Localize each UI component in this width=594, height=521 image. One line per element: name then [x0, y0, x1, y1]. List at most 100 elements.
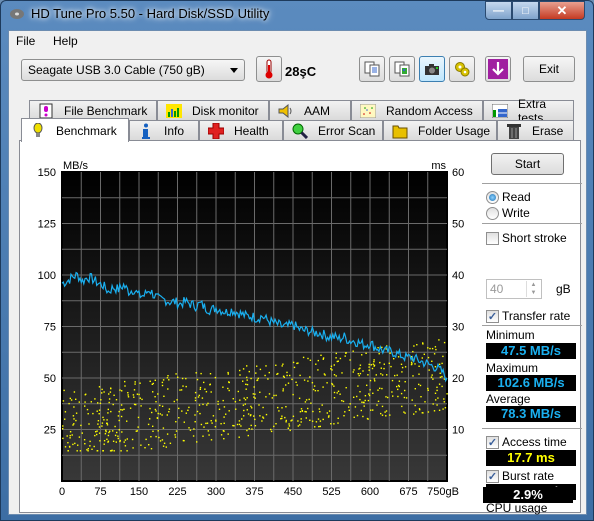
tab-folder-usage[interactable]: Folder Usage — [383, 120, 497, 140]
short-stroke-label: Short stroke — [502, 231, 567, 245]
access-time-point — [188, 427, 190, 429]
access-time-point — [379, 387, 381, 389]
access-time-point — [367, 418, 369, 420]
tab-disk-monitor[interactable]: Disk monitor — [157, 100, 269, 120]
access-time-point — [436, 404, 438, 406]
tab-erase[interactable]: Erase — [497, 120, 574, 140]
start-button[interactable]: Start — [491, 153, 564, 175]
short-stroke-checkbox[interactable]: Short stroke — [486, 231, 567, 245]
copy-info-button[interactable] — [389, 56, 415, 82]
access-time-point — [117, 437, 119, 440]
access-time-point — [223, 406, 226, 408]
access-time-point — [307, 407, 309, 410]
access-time-point — [262, 417, 265, 419]
access-time-point — [318, 408, 320, 410]
access-time-point — [268, 371, 270, 374]
access-time-point — [345, 352, 347, 354]
access-time-point — [228, 389, 230, 392]
tab-benchmark[interactable]: Benchmark — [21, 118, 129, 142]
gears-icon — [455, 62, 470, 77]
access-time-point — [117, 415, 120, 417]
maximize-button[interactable]: □ — [512, 1, 539, 20]
access-time-point — [161, 414, 163, 416]
copy-text-button[interactable] — [359, 56, 385, 82]
access-time-point — [362, 415, 364, 418]
access-time-point — [175, 430, 178, 432]
tab-aam[interactable]: AAM — [269, 100, 351, 120]
access-time-point — [362, 370, 364, 372]
access-time-point — [431, 347, 434, 350]
access-time-point — [75, 419, 77, 422]
temperature-button[interactable] — [256, 56, 282, 82]
access-time-point — [161, 384, 164, 387]
access-time-point — [87, 448, 89, 450]
save-button[interactable] — [485, 56, 511, 82]
access-time-point — [277, 406, 279, 409]
menu-file[interactable]: File — [16, 34, 35, 48]
burst-rate-checkbox[interactable]: ✓ Burst rate — [486, 469, 554, 483]
access-time-point — [429, 347, 431, 350]
access-time-point — [250, 377, 252, 380]
minimize-button[interactable]: — — [485, 1, 512, 20]
exit-button[interactable]: Exit — [523, 56, 575, 82]
access-time-point — [321, 404, 323, 406]
minimum-value: 47.5 MB/s — [486, 343, 576, 359]
x-tick-label: 0 — [59, 486, 65, 498]
tab-info[interactable]: Info — [129, 120, 199, 140]
access-time-point — [121, 390, 123, 392]
access-time-point — [185, 377, 187, 380]
access-time-point — [349, 359, 351, 361]
access-time-point — [418, 383, 420, 386]
access-time-point — [112, 430, 114, 432]
access-time-point — [403, 411, 405, 413]
access-time-point — [117, 435, 119, 437]
access-time-point — [390, 365, 392, 368]
short-stroke-input[interactable]: 40 ▲ ▼ — [486, 279, 542, 299]
access-time-point — [104, 433, 107, 435]
access-time-point — [373, 378, 376, 380]
access-time-point — [246, 365, 248, 367]
access-time-point — [175, 373, 177, 375]
access-time-point — [361, 401, 363, 403]
access-time-point — [99, 402, 102, 404]
access-time-point — [319, 420, 322, 422]
access-time-point — [227, 433, 229, 435]
write-radio[interactable]: Write — [486, 206, 530, 220]
access-time-point — [98, 432, 101, 434]
access-time-point — [87, 450, 89, 452]
access-time-point — [333, 423, 335, 425]
access-time-point — [276, 373, 278, 375]
access-time-point — [438, 363, 441, 365]
drive-select[interactable]: Seagate USB 3.0 Cable (750 gB) — [21, 59, 245, 81]
title-bar[interactable]: HD Tune Pro 5.50 - Hard Disk/SSD Utility… — [1, 1, 593, 29]
menu-help[interactable]: Help — [53, 34, 78, 48]
access-time-point — [107, 408, 109, 411]
access-time-point — [132, 447, 134, 449]
tab-error-scan[interactable]: Error Scan — [283, 120, 383, 140]
screenshot-button[interactable] — [419, 56, 445, 82]
transfer-rate-checkbox[interactable]: ✓ Transfer rate — [486, 309, 570, 323]
access-time-point — [389, 352, 391, 354]
access-time-point — [299, 374, 301, 377]
access-time-point — [438, 339, 440, 341]
access-time-point — [339, 393, 341, 395]
access-time-point — [295, 381, 297, 383]
chart-svg: 0 75 150 225 300 375 450 525 600 675 750gB 25 50 75 10… — [38, 160, 465, 498]
access-time-point — [113, 450, 115, 452]
tab-health[interactable]: Health — [199, 120, 283, 140]
short-stroke-unit: gB — [556, 282, 571, 296]
read-radio[interactable]: Read — [486, 190, 531, 204]
tab-file-benchmark[interactable]: File Benchmark — [29, 100, 157, 120]
close-button[interactable]: ✕ — [539, 1, 585, 20]
access-time-point — [397, 395, 399, 398]
access-time-point — [271, 397, 273, 399]
tab-extra-tests[interactable]: Extra tests — [483, 97, 574, 125]
access-time-point — [220, 434, 223, 436]
access-time-checkbox[interactable]: ✓ Access time — [486, 435, 567, 449]
access-time-point — [132, 394, 135, 396]
tab-label: Error Scan — [318, 123, 376, 138]
spin-buttons[interactable]: ▲ ▼ — [526, 281, 540, 297]
tab-random-access[interactable]: Random Access — [351, 100, 483, 120]
access-time-point — [423, 353, 425, 355]
options-button[interactable] — [449, 56, 475, 82]
